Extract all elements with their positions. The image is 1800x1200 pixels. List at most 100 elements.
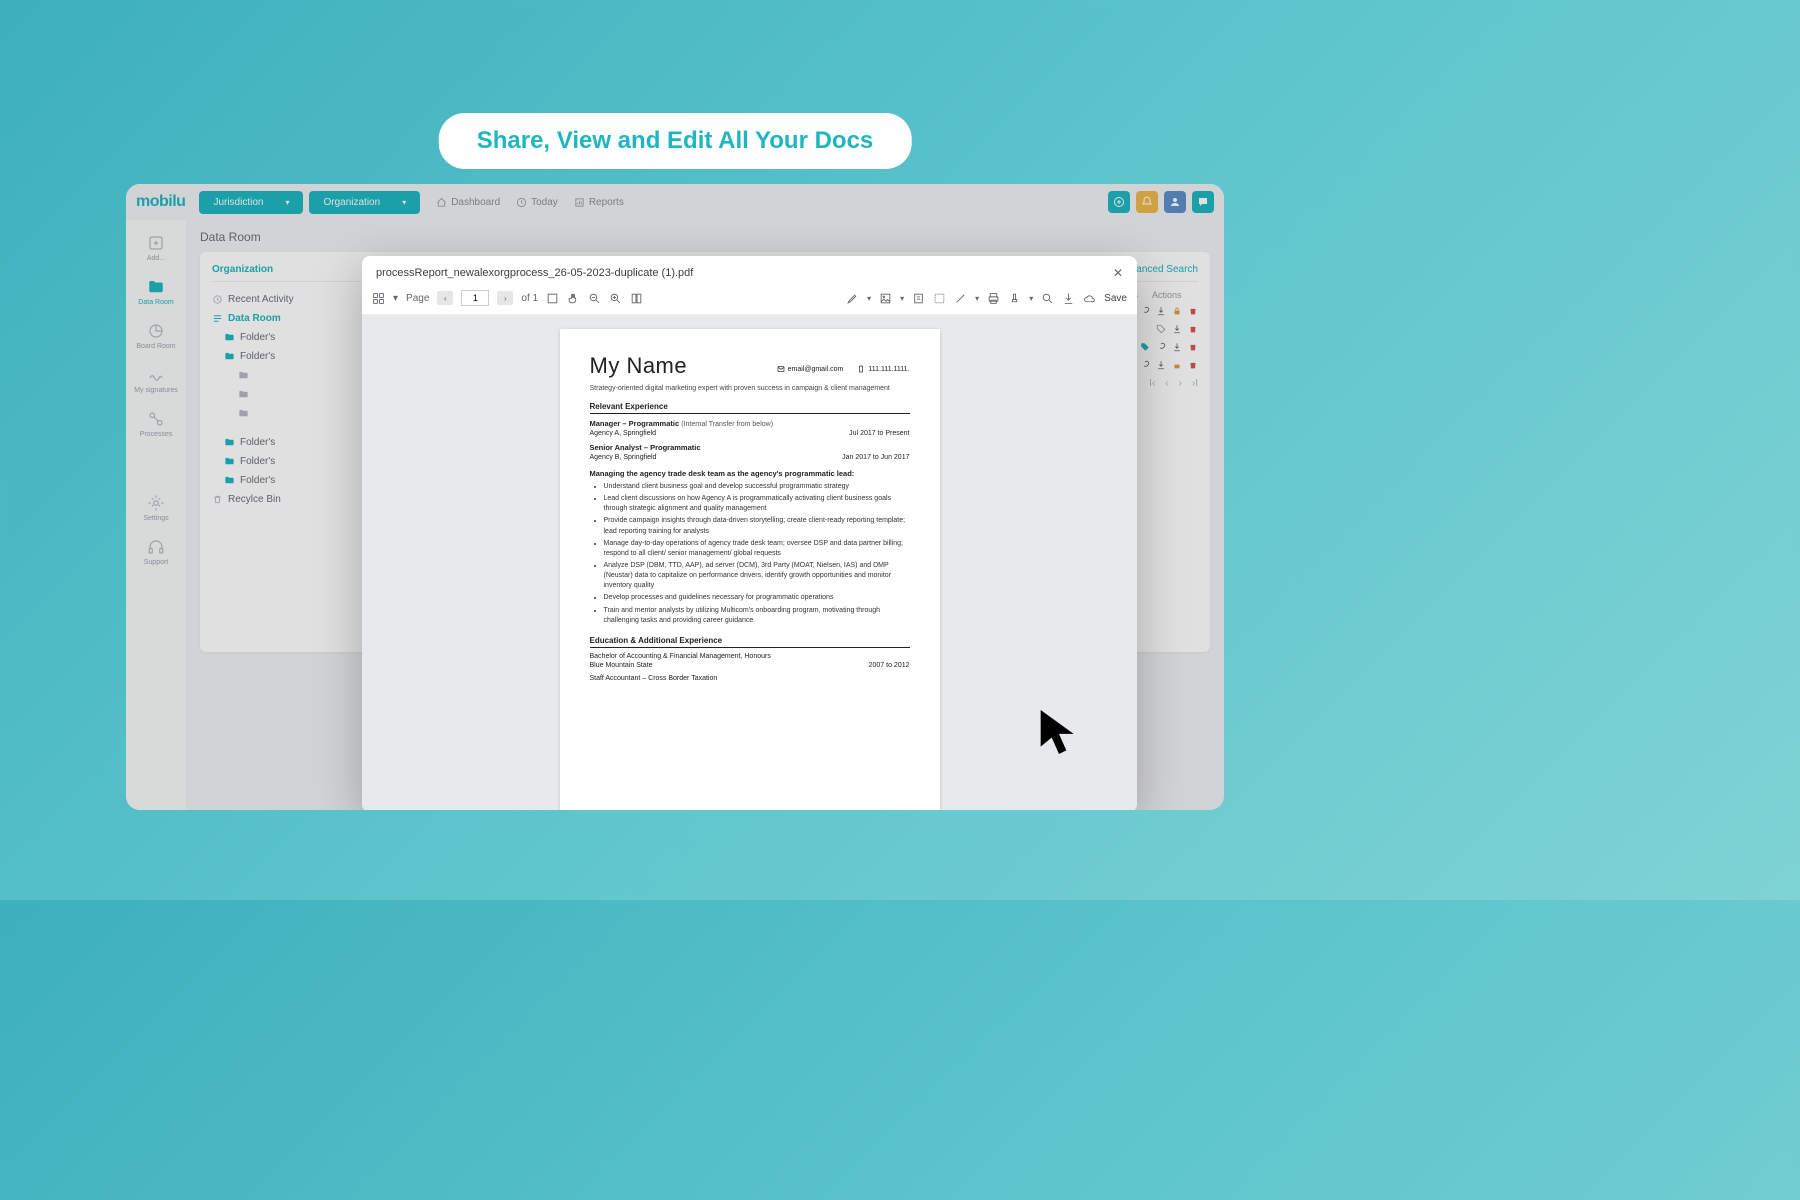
gear-icon	[147, 494, 165, 512]
tree-recycle[interactable]: Recylce Bin	[212, 490, 382, 509]
page-last-icon[interactable]: ›I	[1192, 378, 1198, 389]
tree-folder[interactable]: Folder's	[212, 452, 382, 471]
sidebar-data-room[interactable]: Data Room	[126, 278, 186, 306]
trash-icon	[212, 494, 223, 505]
link-icon[interactable]	[1140, 306, 1150, 316]
pdf-viewer-modal: processReport_newalexorgprocess_26-05-20…	[362, 256, 1137, 810]
user-icon	[1169, 196, 1181, 208]
tree-folder[interactable]: Folder's	[212, 328, 382, 347]
save-button[interactable]: Save	[1104, 293, 1127, 304]
pdf-page: My Name email@gmail.com 111.111.1111. St…	[560, 329, 940, 810]
sidebar-board-room[interactable]: Board Room	[126, 322, 186, 350]
section-experience: Relevant Experience	[590, 402, 910, 414]
tag-icon[interactable]	[1140, 342, 1150, 352]
tab-organization[interactable]: Organization	[212, 264, 273, 275]
link-icon[interactable]	[1156, 342, 1166, 352]
tree-subfolder[interactable]	[212, 366, 382, 385]
pdf-filename: processReport_newalexorgprocess_26-05-20…	[376, 267, 693, 279]
page-next[interactable]: ›	[497, 291, 513, 305]
highlight-icon[interactable]	[846, 292, 859, 305]
download-icon[interactable]	[1156, 306, 1166, 316]
download-icon[interactable]	[1156, 360, 1166, 370]
thumbnails-icon[interactable]	[372, 292, 385, 305]
tree-folder[interactable]: Folder's	[212, 433, 382, 452]
folder-icon	[224, 332, 235, 343]
tag-outline-icon[interactable]	[1156, 324, 1166, 334]
cloud-icon[interactable]	[1083, 292, 1096, 305]
report-icon	[574, 197, 585, 208]
nav-reports[interactable]: Reports	[574, 197, 624, 208]
link-icon[interactable]	[1140, 360, 1150, 370]
resume-email: email@gmail.com	[777, 365, 844, 373]
page-prev[interactable]: ‹	[437, 291, 453, 305]
download-icon[interactable]	[1062, 292, 1075, 305]
search-icon[interactable]	[1041, 292, 1054, 305]
page-number-input[interactable]	[461, 290, 489, 306]
delete-icon[interactable]	[1188, 342, 1198, 352]
nav-today[interactable]: Today	[516, 197, 558, 208]
print-icon[interactable]	[987, 292, 1000, 305]
bell-icon	[1141, 196, 1153, 208]
page-next-icon[interactable]: ›	[1179, 378, 1182, 389]
page-label: Page	[406, 293, 429, 304]
line-icon[interactable]	[954, 292, 967, 305]
page-title: Data Room	[200, 230, 1210, 244]
user-button[interactable]	[1164, 191, 1186, 213]
sidebar-support[interactable]: Support	[126, 538, 186, 566]
download-icon[interactable]	[1172, 324, 1182, 334]
tree-recent[interactable]: Recent Activity	[212, 290, 382, 309]
hand-icon[interactable]	[567, 292, 580, 305]
shape-icon[interactable]	[933, 292, 946, 305]
folder-icon	[147, 278, 165, 296]
pdf-toolbar: ▾ Page ‹ › of 1 ▾ ▾ ▾ ▾ Save	[362, 286, 1137, 315]
pdf-canvas[interactable]: My Name email@gmail.com 111.111.1111. St…	[362, 315, 1137, 810]
nav-dashboard[interactable]: Dashboard	[436, 197, 500, 208]
page-first-icon[interactable]: I‹	[1149, 378, 1155, 389]
notifications-button[interactable]	[1136, 191, 1158, 213]
folder-icon	[238, 370, 249, 381]
add-button[interactable]	[1108, 191, 1130, 213]
phone-icon	[857, 365, 865, 373]
sidebar-signatures[interactable]: My signatures	[126, 366, 186, 394]
mail-icon	[777, 365, 785, 373]
lock-icon[interactable]	[1172, 360, 1182, 370]
resume-bullets: Understand client business goal and deve…	[590, 482, 910, 626]
download-icon[interactable]	[1172, 342, 1182, 352]
note-icon[interactable]	[912, 292, 925, 305]
image-icon[interactable]	[879, 292, 892, 305]
process-icon	[147, 410, 165, 428]
sidebar: Add... Data Room Board Room My signature…	[126, 220, 186, 810]
sidebar-add[interactable]: Add...	[126, 234, 186, 262]
delete-icon[interactable]	[1188, 306, 1198, 316]
tree-folder[interactable]: Folder's	[212, 471, 382, 490]
chat-button[interactable]	[1192, 191, 1214, 213]
tree-folder[interactable]: Folder's	[212, 347, 382, 366]
close-button[interactable]: ✕	[1113, 266, 1123, 280]
clock-icon	[516, 197, 527, 208]
folder-tree: Recent Activity Data Room Folder's Folde…	[212, 290, 382, 509]
plus-circle-icon	[1113, 196, 1125, 208]
history-icon	[212, 294, 223, 305]
jurisdiction-dropdown[interactable]: Jurisdiction	[199, 191, 303, 214]
stamp-icon[interactable]	[1008, 292, 1021, 305]
zoom-in-icon[interactable]	[609, 292, 622, 305]
zoom-out-icon[interactable]	[588, 292, 601, 305]
sidebar-settings[interactable]: Settings	[126, 494, 186, 522]
section-education: Education & Additional Experience	[590, 636, 910, 648]
tree-subfolder[interactable]	[212, 385, 382, 404]
folder-icon	[238, 389, 249, 400]
resume-name: My Name	[590, 353, 688, 379]
resume-tagline: Strategy-oriented digital marketing expe…	[590, 385, 910, 392]
delete-icon[interactable]	[1188, 360, 1198, 370]
delete-icon[interactable]	[1188, 324, 1198, 334]
lead-line: Managing the agency trade desk team as t…	[590, 469, 910, 478]
tree-subfolder[interactable]	[212, 404, 382, 423]
col-actions: Actions	[1152, 290, 1182, 300]
page-prev-icon[interactable]: ‹	[1165, 378, 1168, 389]
layout-icon[interactable]	[630, 292, 643, 305]
sidebar-processes[interactable]: Processes	[126, 410, 186, 438]
organization-dropdown[interactable]: Organization	[309, 191, 420, 214]
lock-icon[interactable]	[1172, 306, 1182, 316]
tree-data-room[interactable]: Data Room	[212, 309, 382, 328]
fit-icon[interactable]	[546, 292, 559, 305]
